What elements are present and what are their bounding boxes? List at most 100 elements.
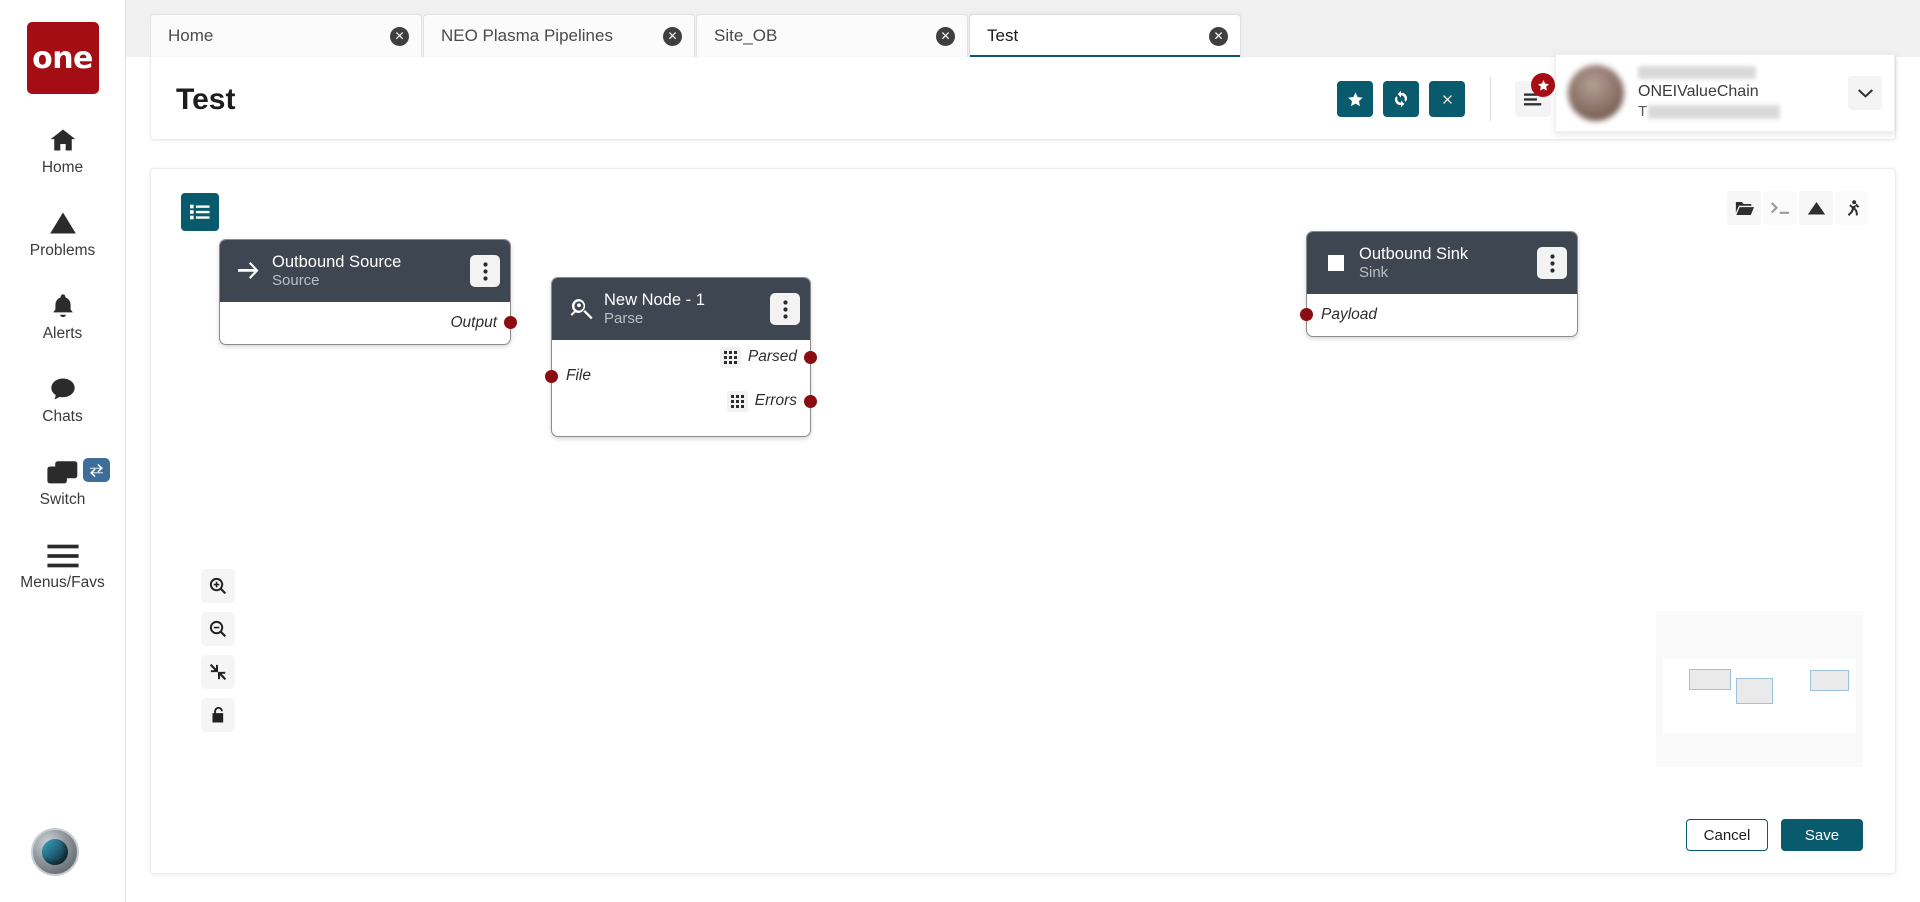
open-folder-tool[interactable] — [1727, 191, 1761, 225]
profile-subline-redacted — [1648, 104, 1781, 119]
pipeline-node-outbound-source[interactable]: Outbound Source Source Output — [219, 239, 517, 345]
tab-test[interactable]: Test ✕ — [969, 14, 1241, 58]
node-subtitle: Source — [272, 272, 320, 289]
sidebar-label-chats: Chats — [42, 408, 83, 425]
save-button[interactable]: Save — [1781, 819, 1863, 851]
pipeline-node-outbound-sink[interactable]: Outbound Sink Sink Payload — [1300, 231, 1578, 337]
port-dot-output[interactable] — [504, 316, 517, 329]
port-file[interactable]: File — [566, 365, 591, 387]
kebab-menu-icon[interactable] — [770, 293, 800, 325]
folder-icon — [1735, 201, 1754, 215]
lock-toggle-button[interactable] — [201, 698, 235, 732]
port-dot-payload[interactable] — [1300, 308, 1313, 321]
port-label: Output — [450, 314, 497, 331]
port-dot-errors[interactable] — [804, 395, 817, 408]
refresh-button[interactable] — [1383, 81, 1419, 117]
port-parsed[interactable]: Parsed — [719, 346, 797, 368]
pipeline-node-new-node-1[interactable]: New Node - 1 Parse File Parsed Errors — [545, 277, 817, 437]
favorite-button[interactable] — [1337, 81, 1373, 117]
tab-label: Home — [168, 26, 214, 45]
port-label: Errors — [754, 392, 797, 409]
close-button[interactable] — [1429, 81, 1465, 117]
cancel-button[interactable]: Cancel — [1686, 819, 1768, 851]
swap-arrows-icon[interactable] — [82, 458, 110, 482]
port-dot-parsed[interactable] — [804, 351, 817, 364]
node-title: Outbound Sink — [1359, 245, 1469, 263]
tab-label: Test — [987, 26, 1019, 45]
kebab-menu-icon[interactable] — [470, 255, 500, 287]
port-label: File — [566, 367, 591, 384]
image-tool[interactable] — [1799, 191, 1833, 225]
close-x-icon — [1442, 94, 1452, 104]
brand-logo[interactable]: one — [26, 22, 99, 94]
tab-site-ob[interactable]: Site_OB ✕ — [696, 14, 968, 57]
terminal-prompt-icon — [1770, 202, 1789, 214]
node-title: New Node - 1 — [604, 291, 705, 309]
home-icon — [47, 120, 79, 154]
refresh-icon — [1395, 90, 1407, 108]
footer-action-group: Cancel Save — [1686, 819, 1863, 851]
port-output[interactable]: Output — [220, 302, 510, 344]
node-header: Outbound Source Source — [220, 240, 510, 302]
sidebar-label-menus-favs: Menus/Favs — [20, 574, 105, 591]
run-tool[interactable] — [1835, 191, 1869, 225]
chevron-down-icon[interactable] — [1848, 76, 1882, 110]
arrow-right-icon — [234, 261, 264, 281]
avatar — [1568, 65, 1624, 121]
sidebar-item-problems[interactable]: Problems — [0, 203, 126, 260]
magnifier-plus-icon — [209, 577, 227, 595]
ai-assistant-avatar-icon[interactable] — [31, 828, 79, 876]
zoom-in-button[interactable] — [201, 569, 235, 603]
list-view-icon — [190, 204, 210, 220]
user-profile-card[interactable]: ONEIValueChain T — [1555, 54, 1895, 132]
minimap-viewport[interactable] — [1663, 659, 1856, 733]
sidebar-item-switch[interactable]: Switch — [0, 452, 126, 509]
collapse-arrows-icon — [209, 663, 227, 681]
node-header: New Node - 1 Parse — [552, 278, 810, 340]
node-title-block: New Node - 1 Parse — [604, 290, 770, 328]
port-dot-file[interactable] — [545, 370, 558, 383]
left-navigation-rail: one Home Problems Alerts Chats Switch Me… — [0, 0, 126, 902]
tab-label: Site_OB — [714, 26, 778, 45]
minimap-node — [1736, 678, 1773, 704]
port-payload[interactable]: Payload — [1307, 294, 1577, 336]
tab-neo-plasma-pipelines[interactable]: NEO Plasma Pipelines ✕ — [423, 14, 695, 57]
canvas-minimap[interactable] — [1656, 611, 1863, 767]
minimap-node — [1689, 669, 1731, 690]
console-tool[interactable] — [1763, 191, 1797, 225]
zoom-out-button[interactable] — [201, 612, 235, 646]
port-label: Payload — [1321, 306, 1378, 323]
node-ports: File Parsed Errors — [545, 340, 817, 436]
warning-triangle-icon — [47, 203, 79, 237]
tab-strip: Home ✕ NEO Plasma Pipelines ✕ Site_OB ✕ … — [126, 0, 1920, 58]
node-title: Outbound Source — [272, 253, 402, 271]
sidebar-item-chats[interactable]: Chats — [0, 369, 126, 426]
sidebar-item-alerts[interactable]: Alerts — [0, 286, 126, 343]
node-ports: Output — [220, 302, 517, 344]
profile-subline-prefix: T — [1638, 103, 1648, 120]
node-list-toggle-button[interactable] — [181, 193, 219, 231]
close-icon[interactable]: ✕ — [663, 26, 682, 46]
node-header: Outbound Sink Sink — [1307, 232, 1577, 294]
port-label: Parsed — [747, 348, 797, 365]
grid-table-icon — [719, 346, 741, 368]
hamburger-icon — [46, 535, 80, 569]
tab-home[interactable]: Home ✕ — [150, 14, 422, 57]
sidebar-item-menus-favs[interactable]: Menus/Favs — [0, 535, 126, 592]
close-icon[interactable]: ✕ — [936, 26, 955, 46]
page-title: Test — [176, 83, 236, 116]
profile-organization: ONEIValueChain — [1638, 83, 1759, 100]
port-errors[interactable]: Errors — [726, 390, 797, 412]
canvas-tool-group — [1727, 191, 1869, 225]
switch-windows-icon — [46, 452, 80, 486]
fit-to-screen-button[interactable] — [201, 655, 235, 689]
pipeline-canvas-panel: Outbound Source Source Output New Node -… — [150, 168, 1896, 874]
kebab-menu-icon[interactable] — [1537, 247, 1567, 279]
header-divider — [1490, 77, 1491, 121]
square-outline-icon — [1321, 254, 1351, 272]
close-icon[interactable]: ✕ — [390, 26, 409, 46]
sidebar-item-home[interactable]: Home — [0, 120, 126, 177]
grid-table-icon — [726, 390, 748, 412]
node-subtitle: Sink — [1359, 264, 1389, 281]
close-icon[interactable]: ✕ — [1209, 26, 1228, 46]
